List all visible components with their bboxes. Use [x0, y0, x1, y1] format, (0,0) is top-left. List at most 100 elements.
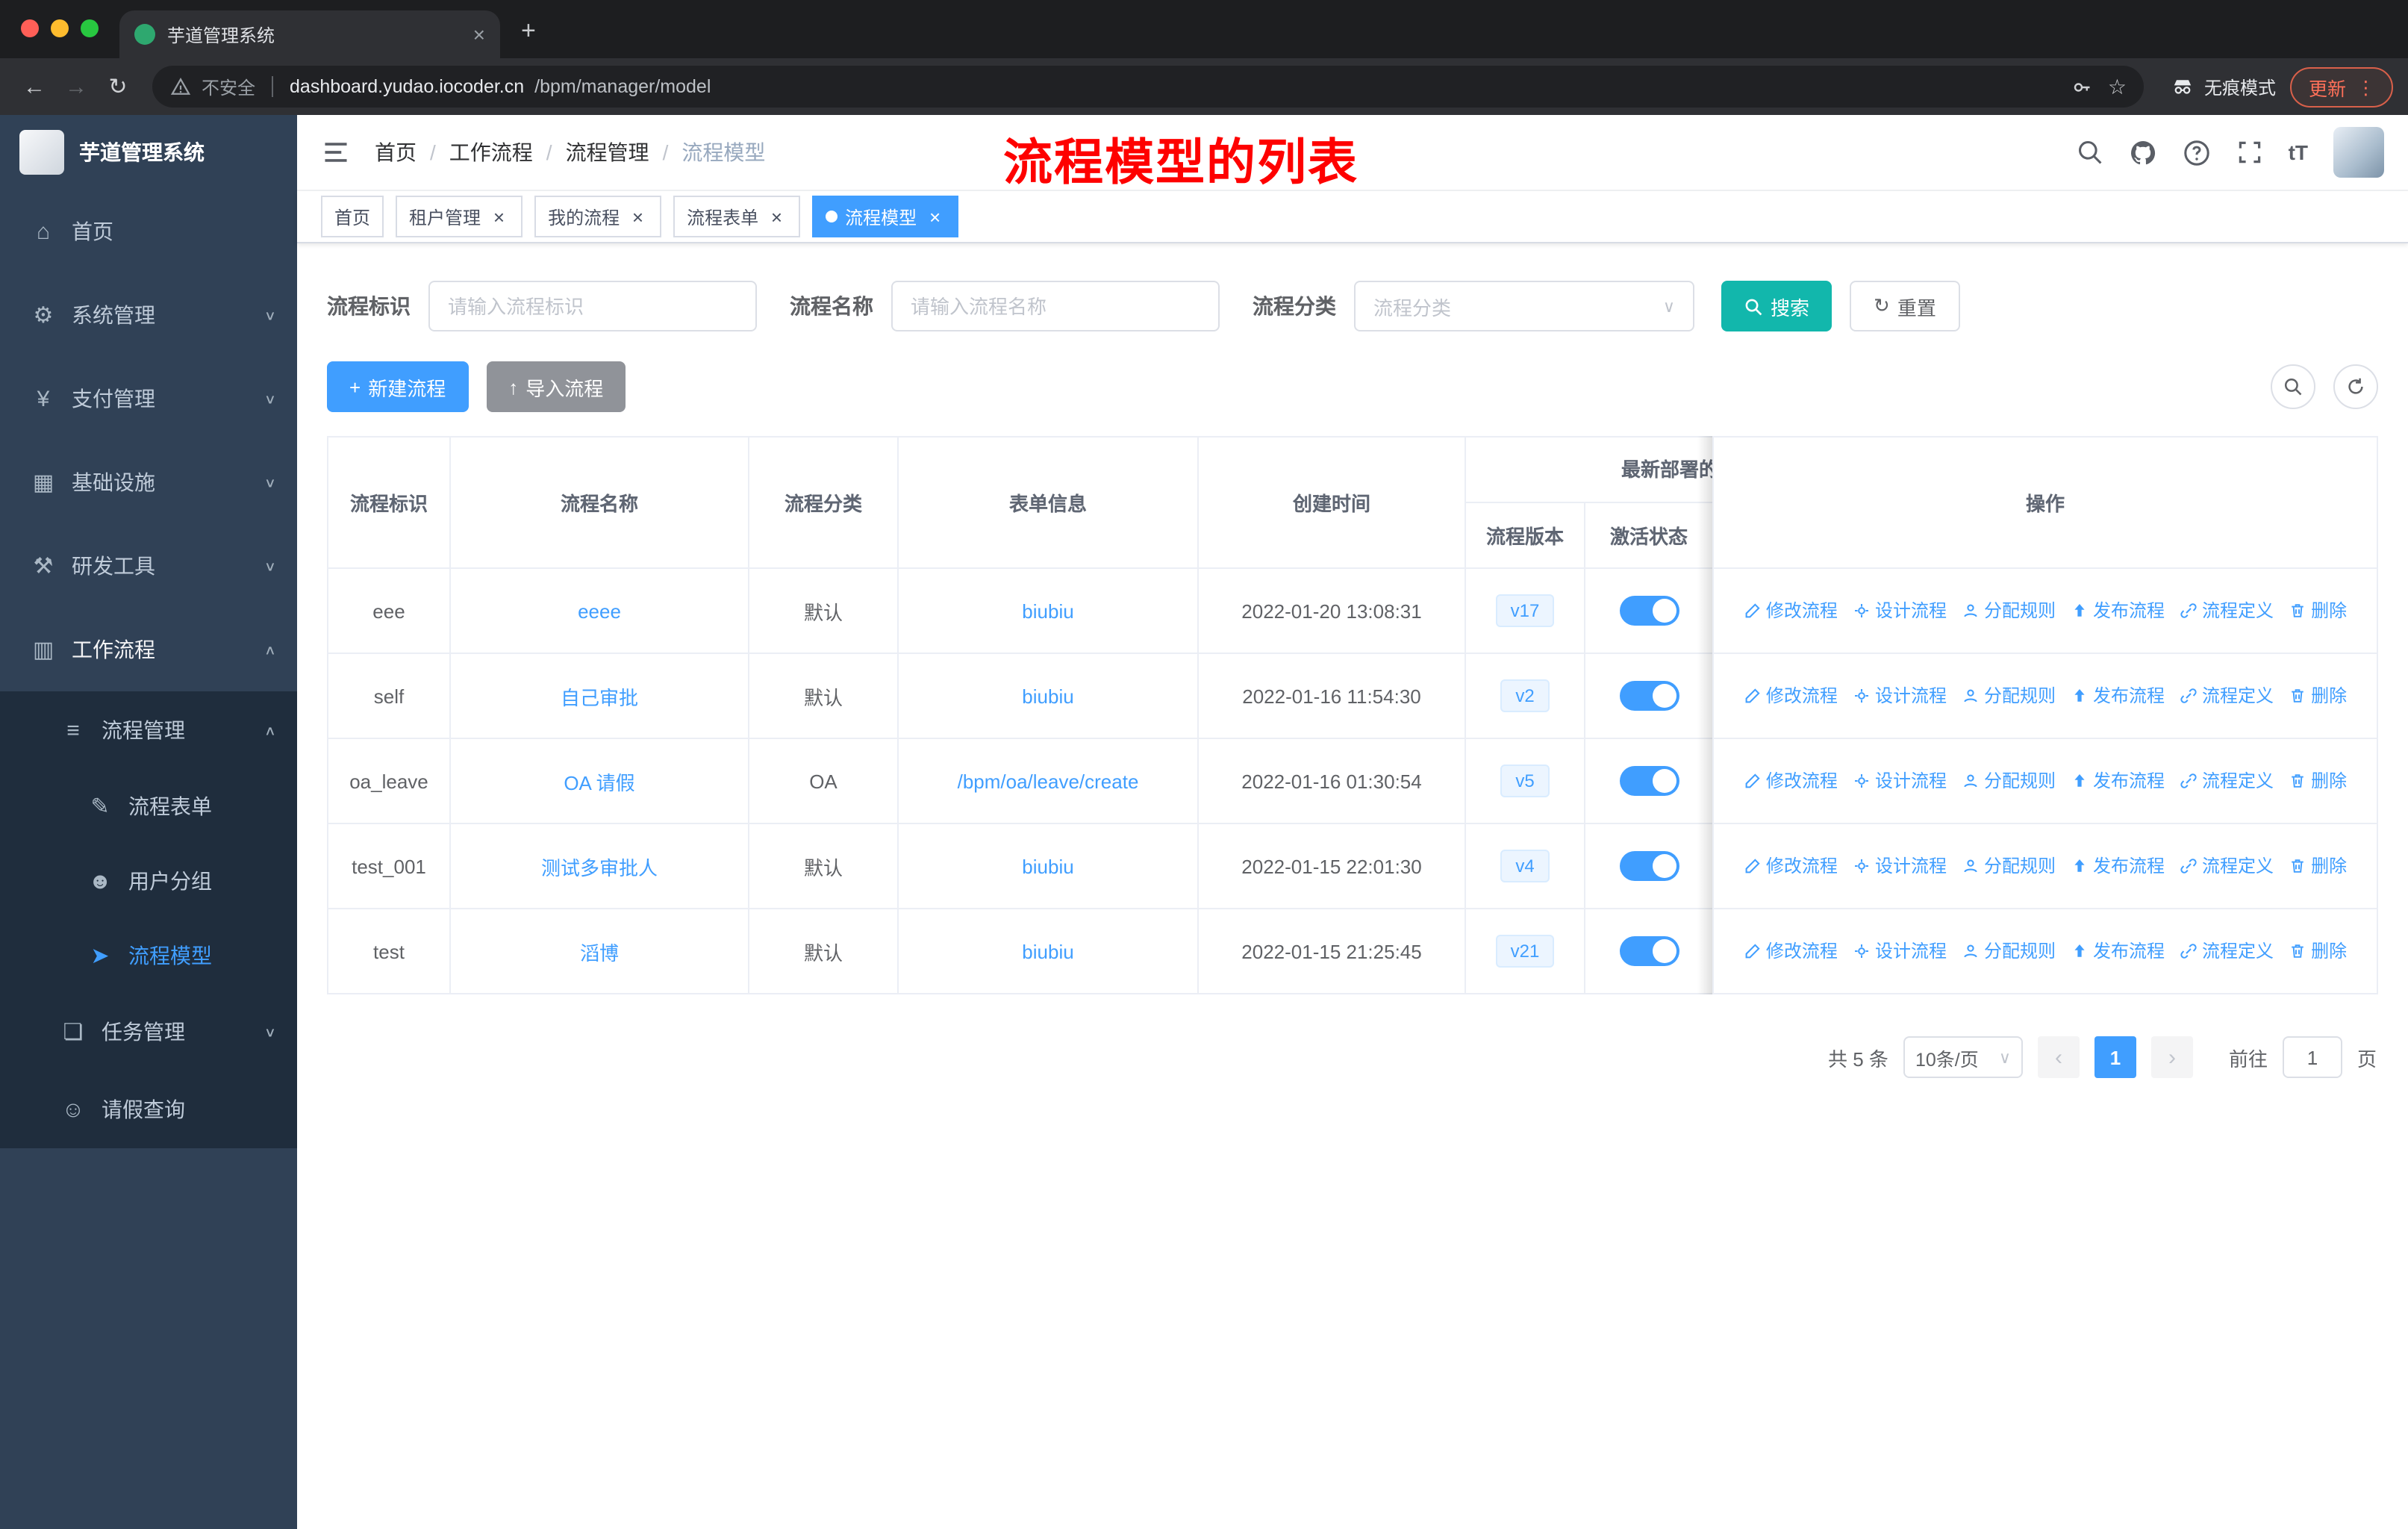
action-edit[interactable]: 修改流程: [1744, 598, 1838, 623]
forward-button[interactable]: →: [57, 67, 96, 106]
category-select[interactable]: 流程分类 ∨: [1354, 281, 1694, 331]
view-tag[interactable]: 我的流程 ×: [534, 196, 662, 237]
sidebar-item-task-management[interactable]: ❏ 任务管理 ∨: [0, 993, 297, 1071]
action-delete[interactable]: 删除: [2289, 598, 2347, 623]
form-info-link[interactable]: biubiu: [1022, 855, 1073, 877]
sidebar-item-workflow[interactable]: ▥ 工作流程 ∧: [0, 608, 297, 691]
action-delete[interactable]: 删除: [2289, 853, 2347, 879]
action-design[interactable]: 设计流程: [1853, 598, 1947, 623]
fullscreen-icon[interactable]: [2236, 139, 2263, 166]
process-id-input[interactable]: [428, 281, 757, 331]
current-page-button[interactable]: 1: [2094, 1036, 2136, 1078]
action-assign[interactable]: 分配规则: [1962, 683, 2056, 709]
view-tag[interactable]: 首页: [321, 196, 384, 237]
action-deploy[interactable]: 发布流程: [2071, 598, 2165, 623]
zoom-window-button[interactable]: [81, 19, 99, 37]
browser-menu-icon[interactable]: ⋮: [2356, 75, 2375, 98]
sidebar-item-home[interactable]: ⌂ 首页: [0, 190, 297, 273]
sidebar-item-infrastructure[interactable]: ▦ 基础设施 ∨: [0, 440, 297, 524]
sidebar-item-dev-tools[interactable]: ⚒ 研发工具 ∨: [0, 524, 297, 608]
action-design[interactable]: 设计流程: [1853, 938, 1947, 964]
view-tag[interactable]: 流程表单 ×: [673, 196, 801, 237]
active-toggle[interactable]: [1619, 681, 1679, 711]
action-definition[interactable]: 流程定义: [2180, 768, 2274, 794]
close-icon[interactable]: ×: [488, 206, 509, 227]
action-edit[interactable]: 修改流程: [1744, 853, 1838, 879]
process-name-link[interactable]: 滔博: [580, 941, 619, 964]
process-name-link[interactable]: 自己审批: [561, 686, 638, 709]
prev-page-button[interactable]: ‹: [2037, 1036, 2080, 1078]
next-page-button[interactable]: ›: [2150, 1036, 2193, 1078]
action-assign[interactable]: 分配规则: [1962, 598, 2056, 623]
user-avatar[interactable]: [2333, 127, 2384, 178]
back-button[interactable]: ←: [15, 67, 54, 106]
sidebar-item-leave-query[interactable]: ☺ 请假查询: [0, 1071, 297, 1148]
create-process-button[interactable]: + 新建流程: [327, 361, 469, 412]
active-toggle[interactable]: [1619, 936, 1679, 966]
action-edit[interactable]: 修改流程: [1744, 938, 1838, 964]
active-toggle[interactable]: [1619, 851, 1679, 881]
view-tag[interactable]: 租户管理 ×: [396, 196, 523, 237]
goto-page-input[interactable]: [2282, 1036, 2342, 1078]
view-tag[interactable]: 流程模型 ×: [812, 196, 959, 237]
font-size-icon[interactable]: tT: [2289, 140, 2308, 164]
reset-button[interactable]: ↻ 重置: [1850, 281, 1960, 331]
active-toggle[interactable]: [1619, 596, 1679, 626]
page-size-select[interactable]: 10条/页 ∨: [1903, 1036, 2023, 1078]
breadcrumb-process-management[interactable]: 流程管理: [566, 137, 649, 167]
toggle-search-button[interactable]: [2271, 364, 2315, 409]
password-key-icon[interactable]: [2071, 75, 2093, 98]
process-name-link[interactable]: OA 请假: [564, 771, 634, 794]
close-window-button[interactable]: [21, 19, 39, 37]
app-logo[interactable]: 芋道管理系统: [0, 115, 297, 190]
action-definition[interactable]: 流程定义: [2180, 853, 2274, 879]
action-deploy[interactable]: 发布流程: [2071, 768, 2165, 794]
search-icon[interactable]: [2077, 139, 2103, 166]
close-icon[interactable]: ×: [766, 206, 787, 227]
help-icon[interactable]: [2183, 138, 2211, 166]
breadcrumb-home[interactable]: 首页: [375, 137, 417, 167]
action-design[interactable]: 设计流程: [1853, 683, 1947, 709]
form-info-link[interactable]: biubiu: [1022, 600, 1073, 622]
sidebar-item-process-model[interactable]: ➤ 流程模型: [0, 918, 297, 993]
action-assign[interactable]: 分配规则: [1962, 853, 2056, 879]
active-toggle[interactable]: [1619, 766, 1679, 796]
sidebar-item-process-form[interactable]: ✎ 流程表单: [0, 769, 297, 844]
close-icon[interactable]: ×: [924, 206, 945, 227]
action-design[interactable]: 设计流程: [1853, 853, 1947, 879]
tab-close-icon[interactable]: ×: [473, 24, 485, 45]
refresh-table-button[interactable]: [2333, 364, 2378, 409]
sidebar-item-payment-management[interactable]: ¥ 支付管理 ∨: [0, 357, 297, 440]
action-deploy[interactable]: 发布流程: [2071, 853, 2165, 879]
reload-button[interactable]: ↻: [99, 67, 137, 106]
action-deploy[interactable]: 发布流程: [2071, 683, 2165, 709]
action-definition[interactable]: 流程定义: [2180, 683, 2274, 709]
form-info-link[interactable]: biubiu: [1022, 940, 1073, 962]
action-edit[interactable]: 修改流程: [1744, 768, 1838, 794]
bookmark-star-icon[interactable]: ☆: [2108, 74, 2127, 99]
process-name-link[interactable]: eeee: [578, 600, 621, 622]
action-edit[interactable]: 修改流程: [1744, 683, 1838, 709]
sidebar-item-system-management[interactable]: ⚙ 系统管理 ∨: [0, 273, 297, 357]
import-process-button[interactable]: ↑ 导入流程: [486, 361, 626, 412]
process-name-link[interactable]: 测试多审批人: [541, 856, 658, 879]
update-browser-button[interactable]: 更新 ⋮: [2290, 66, 2393, 107]
close-icon[interactable]: ×: [627, 206, 648, 227]
action-definition[interactable]: 流程定义: [2180, 938, 2274, 964]
sidebar-item-process-management[interactable]: ≡ 流程管理 ∧: [0, 691, 297, 769]
action-delete[interactable]: 删除: [2289, 768, 2347, 794]
process-name-input[interactable]: [891, 281, 1220, 331]
sidebar-item-user-group[interactable]: ☻ 用户分组: [0, 844, 297, 918]
search-button[interactable]: 搜索: [1721, 281, 1832, 331]
action-delete[interactable]: 删除: [2289, 683, 2347, 709]
action-delete[interactable]: 删除: [2289, 938, 2347, 964]
address-bar[interactable]: 不安全 dashboard.yudao.iocoder.cn /bpm/mana…: [152, 66, 2145, 108]
minimize-window-button[interactable]: [51, 19, 69, 37]
github-icon[interactable]: [2129, 138, 2157, 166]
action-design[interactable]: 设计流程: [1853, 768, 1947, 794]
action-assign[interactable]: 分配规则: [1962, 938, 2056, 964]
new-tab-button[interactable]: +: [521, 16, 536, 46]
action-definition[interactable]: 流程定义: [2180, 598, 2274, 623]
browser-tab[interactable]: 芋道管理系统 ×: [119, 10, 500, 58]
action-assign[interactable]: 分配规则: [1962, 768, 2056, 794]
